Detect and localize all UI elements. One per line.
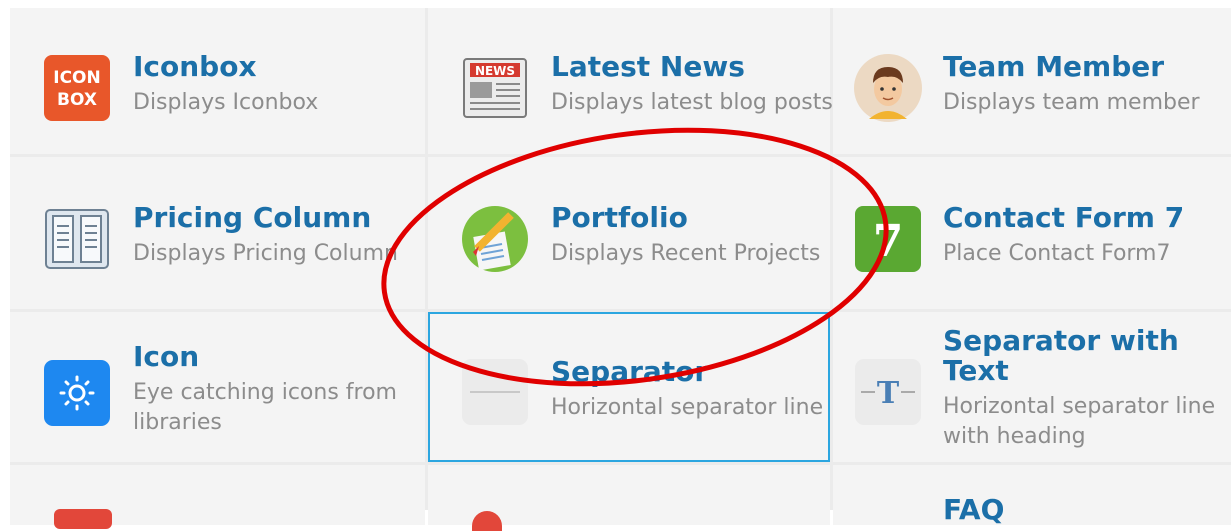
portfolio-pencil-icon	[462, 206, 528, 272]
element-title: Portfolio	[551, 201, 688, 234]
element-faq[interactable]: FAQ	[833, 465, 1231, 525]
element-description: Horizontal separator line with heading	[943, 394, 1216, 449]
pricing-table-icon	[45, 209, 109, 269]
element-title: Pricing Column	[133, 201, 372, 234]
contact-form-7-icon: 7	[855, 206, 921, 272]
element-description: Displays team member	[943, 90, 1200, 115]
element-description: Horizontal separator line	[551, 395, 824, 420]
element-team-member[interactable]: Team Member Displays team member	[833, 8, 1231, 154]
element-iconbox[interactable]: ICON BOX Iconbox Displays Iconbox	[10, 8, 425, 154]
element-title: Separator with Text	[943, 324, 1179, 387]
iconbox-icon: ICON BOX	[44, 55, 110, 121]
svg-text:BOX: BOX	[57, 90, 97, 110]
element-title: Team Member	[943, 50, 1165, 83]
element-separator[interactable]: Separator Horizontal separator line	[428, 312, 830, 462]
element-picker-grid: ICON BOX Iconbox Displays Iconbox NEWS L…	[10, 8, 1231, 531]
red-icon	[54, 509, 112, 529]
element-description: Displays Recent Projects	[551, 241, 821, 266]
element-latest-news[interactable]: NEWS Latest News Displays latest blog po…	[428, 8, 833, 154]
element-contact-form-7[interactable]: 7 Contact Form 7 Place Contact Form7	[833, 157, 1231, 309]
newspaper-icon: NEWS	[463, 58, 527, 118]
element-separator-with-text[interactable]: T Separator with Text Horizontal separat…	[833, 312, 1231, 462]
element-pricing-column[interactable]: Pricing Column Displays Pricing Column	[10, 157, 425, 309]
element-description: Displays latest blog posts	[551, 90, 833, 115]
element-title: Separator	[551, 355, 709, 388]
element-title: Icon	[133, 340, 200, 373]
element-portfolio[interactable]: Portfolio Displays Recent Projects	[428, 157, 830, 309]
element-title: Contact Form 7	[943, 201, 1185, 234]
separator-line-icon	[462, 359, 528, 425]
svg-text:T: T	[877, 376, 900, 411]
element-description: Eye catching icons from libraries	[133, 380, 397, 435]
element-title: Latest News	[551, 50, 745, 83]
element-title: FAQ	[943, 493, 1005, 526]
svg-text:7: 7	[873, 216, 904, 267]
gear-icon	[44, 360, 110, 426]
element-row4-middle[interactable]	[428, 465, 830, 531]
element-description: Displays Iconbox	[133, 90, 319, 115]
svg-text:NEWS: NEWS	[475, 64, 515, 78]
element-icon[interactable]: Icon Eye catching icons from libraries	[10, 312, 425, 462]
person-avatar-icon	[854, 54, 922, 122]
element-description: Displays Pricing Column	[133, 241, 398, 266]
element-title: Iconbox	[133, 50, 257, 83]
red-round-icon	[472, 511, 502, 531]
separator-text-icon: T	[855, 359, 921, 425]
svg-text:ICON: ICON	[53, 68, 100, 88]
element-row4-left[interactable]	[10, 465, 425, 529]
element-description: Place Contact Form7	[943, 241, 1171, 266]
